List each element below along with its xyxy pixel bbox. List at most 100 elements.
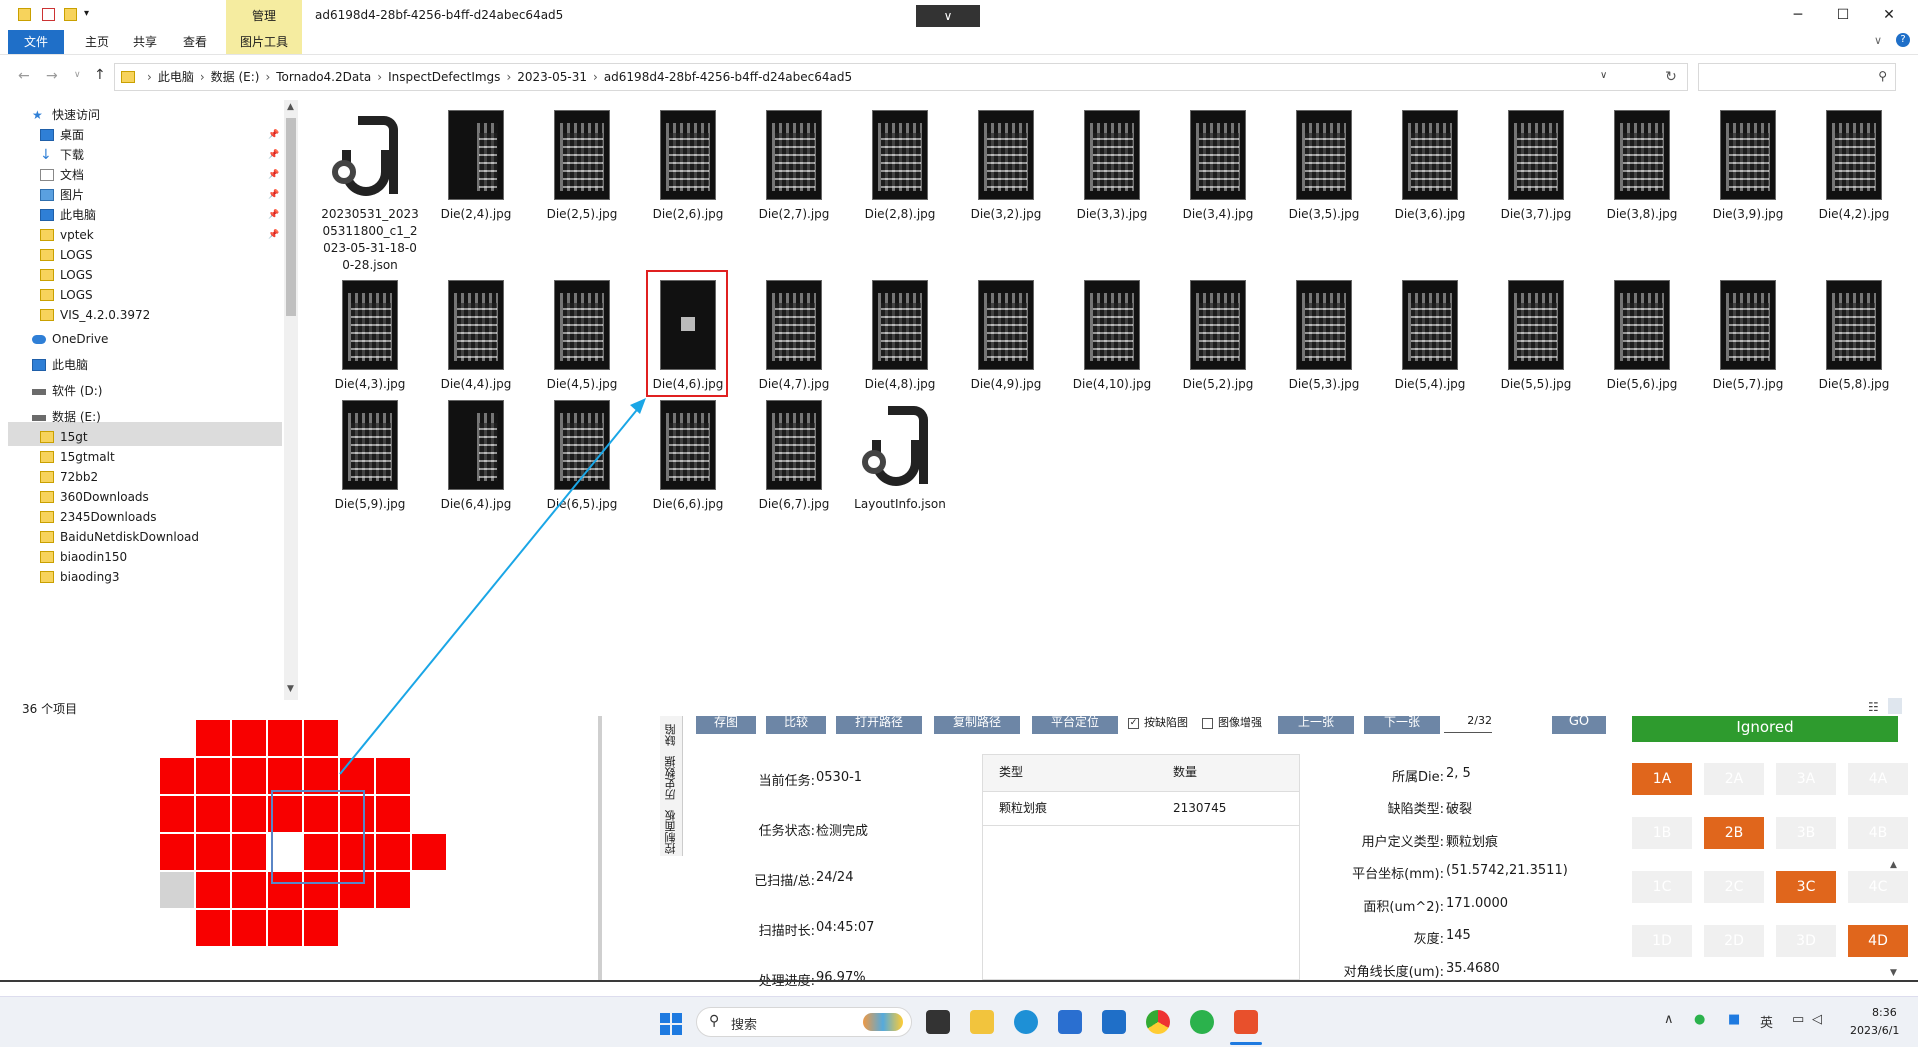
breadcrumb-inspect[interactable]: InspectDefectImgs: [388, 70, 500, 84]
wafer-die[interactable]: [376, 796, 412, 834]
volume-icon[interactable]: ◁: [1812, 1012, 1822, 1027]
file-item[interactable]: Die(3,4).jpg: [1166, 110, 1270, 223]
region-button[interactable]: 2C: [1704, 871, 1764, 903]
tab-home[interactable]: 主页: [74, 30, 120, 54]
file-item[interactable]: LayoutInfo.json: [848, 400, 952, 513]
tab-defects[interactable]: 缺陷: [663, 716, 679, 746]
wafer-die[interactable]: [268, 910, 304, 948]
clock-time[interactable]: 8:36: [1872, 1006, 1897, 1019]
recent-dropdown-icon[interactable]: ∨: [74, 70, 81, 80]
wafer-die[interactable]: [376, 834, 412, 872]
wafer-die[interactable]: [376, 758, 412, 796]
tab-file[interactable]: 文件: [8, 30, 64, 54]
file-item[interactable]: Die(6,4).jpg: [424, 400, 528, 513]
wafer-die[interactable]: [196, 872, 232, 910]
search-input[interactable]: ⚲: [1698, 63, 1896, 91]
wafer-die[interactable]: [412, 834, 448, 872]
file-item[interactable]: Die(4,7).jpg: [742, 280, 846, 393]
wafer-die[interactable]: [304, 720, 340, 758]
wafer-die[interactable]: [196, 720, 232, 758]
title-collapse-button[interactable]: ∨: [916, 5, 980, 27]
region-button[interactable]: 2A: [1704, 763, 1764, 795]
region-button[interactable]: 1D: [1632, 925, 1692, 957]
region-button[interactable]: 1A: [1632, 763, 1692, 795]
file-item[interactable]: Die(4,8).jpg: [848, 280, 952, 393]
address-bar[interactable]: › 此电脑 › 数据 (E:) › Tornado4.2Data › InspectDefec…: [114, 63, 1688, 91]
file-item[interactable]: Die(5,5).jpg: [1484, 280, 1588, 393]
file-item[interactable]: Die(5,6).jpg: [1590, 280, 1694, 393]
wafer-die[interactable]: [232, 872, 268, 910]
tab-view[interactable]: 查看: [172, 30, 218, 54]
breadcrumb-tornado[interactable]: Tornado4.2Data: [276, 70, 371, 84]
region-button[interactable]: 3C: [1776, 871, 1836, 903]
wafer-die[interactable]: [196, 910, 232, 948]
network-icon[interactable]: ▭: [1792, 1012, 1804, 1027]
start-icon[interactable]: [660, 1013, 682, 1035]
region-button[interactable]: 2B: [1704, 817, 1764, 849]
open-path-button[interactable]: 打开路径: [836, 716, 922, 734]
wafer-die[interactable]: [160, 758, 196, 796]
nav-scroll-thumb[interactable]: [286, 118, 296, 316]
breadcrumb-folder[interactable]: ad6198d4-28bf-4256-b4ff-d24abec64ad5: [604, 70, 852, 84]
forward-arrow-icon[interactable]: →: [46, 68, 58, 84]
file-item[interactable]: Die(6,7).jpg: [742, 400, 846, 513]
file-item[interactable]: Die(3,6).jpg: [1378, 110, 1482, 223]
file-item[interactable]: Die(2,7).jpg: [742, 110, 846, 223]
scroll-down-icon[interactable]: ▼: [287, 684, 294, 694]
breadcrumb-this-pc[interactable]: 此电脑: [158, 70, 194, 84]
mail-icon[interactable]: [1102, 1010, 1126, 1034]
prev-image-button[interactable]: 上一张: [1278, 716, 1354, 734]
tab-picture-tools[interactable]: 图片工具: [226, 30, 302, 54]
minimize-button[interactable]: ─: [1783, 5, 1813, 25]
wafer-die[interactable]: [160, 834, 196, 872]
file-item[interactable]: Die(6,5).jpg: [530, 400, 634, 513]
file-item[interactable]: Die(2,5).jpg: [530, 110, 634, 223]
file-item[interactable]: Die(4,10).jpg: [1060, 280, 1164, 393]
close-button[interactable]: ✕: [1874, 5, 1904, 25]
tray-overflow-icon[interactable]: ∧: [1664, 1012, 1674, 1027]
wafer-die[interactable]: [196, 796, 232, 834]
refresh-button[interactable]: ↻: [1658, 66, 1684, 88]
app-icon[interactable]: [1234, 1010, 1258, 1034]
go-button[interactable]: GO: [1552, 715, 1606, 734]
wechat-icon[interactable]: [1190, 1010, 1214, 1034]
file-item[interactable]: Die(3,8).jpg: [1590, 110, 1694, 223]
chrome-icon[interactable]: [1146, 1010, 1170, 1034]
file-item[interactable]: Die(4,3).jpg: [318, 280, 422, 393]
file-item[interactable]: Die(4,2).jpg: [1802, 110, 1906, 223]
follow-defect-checkbox[interactable]: ✓: [1128, 718, 1139, 729]
new-folder-icon[interactable]: [64, 8, 77, 21]
wafer-die[interactable]: [160, 872, 196, 910]
file-item[interactable]: 20230531_2023 05311800_c1_2 023-05-31-18…: [318, 110, 422, 274]
tab-control-panel[interactable]: 控制面板: [663, 802, 679, 854]
table-row[interactable]: 颗粒划痕 2130745: [983, 791, 1299, 826]
file-item[interactable]: Die(3,2).jpg: [954, 110, 1058, 223]
file-explorer-icon[interactable]: [970, 1010, 994, 1034]
wechat-tray-icon[interactable]: ●: [1694, 1012, 1705, 1027]
ignored-button[interactable]: Ignored: [1632, 716, 1898, 742]
region-button[interactable]: 3A: [1776, 763, 1836, 795]
file-item[interactable]: Die(2,8).jpg: [848, 110, 952, 223]
region-button[interactable]: 3B: [1776, 817, 1836, 849]
copy-path-button[interactable]: 复制路径: [934, 716, 1020, 734]
ime-indicator[interactable]: 英: [1760, 1012, 1773, 1031]
file-item[interactable]: Die(4,5).jpg: [530, 280, 634, 393]
region-button[interactable]: 3D: [1776, 925, 1836, 957]
clock-date[interactable]: 2023/6/1: [1850, 1024, 1899, 1037]
next-image-button[interactable]: 下一张: [1364, 716, 1440, 734]
task-view-icon[interactable]: [926, 1010, 950, 1034]
page-input[interactable]: 2/32: [1444, 715, 1492, 733]
wafer-die[interactable]: [232, 758, 268, 796]
address-dropdown-icon[interactable]: ∨: [1600, 70, 1607, 81]
file-item[interactable]: Die(6,6).jpg: [636, 400, 740, 513]
file-item[interactable]: Die(5,8).jpg: [1802, 280, 1906, 393]
help-icon[interactable]: ?: [1896, 33, 1910, 47]
file-item[interactable]: Die(2,6).jpg: [636, 110, 740, 223]
enhance-checkbox[interactable]: [1202, 718, 1213, 729]
breadcrumb-drive-e[interactable]: 数据 (E:): [211, 70, 260, 84]
maximize-button[interactable]: ☐: [1828, 5, 1858, 25]
stage-locate-button[interactable]: 平台定位: [1032, 716, 1118, 734]
file-item[interactable]: Die(4,4).jpg: [424, 280, 528, 393]
bluetooth-tray-icon[interactable]: ■: [1728, 1012, 1740, 1027]
file-item[interactable]: Die(5,4).jpg: [1378, 280, 1482, 393]
